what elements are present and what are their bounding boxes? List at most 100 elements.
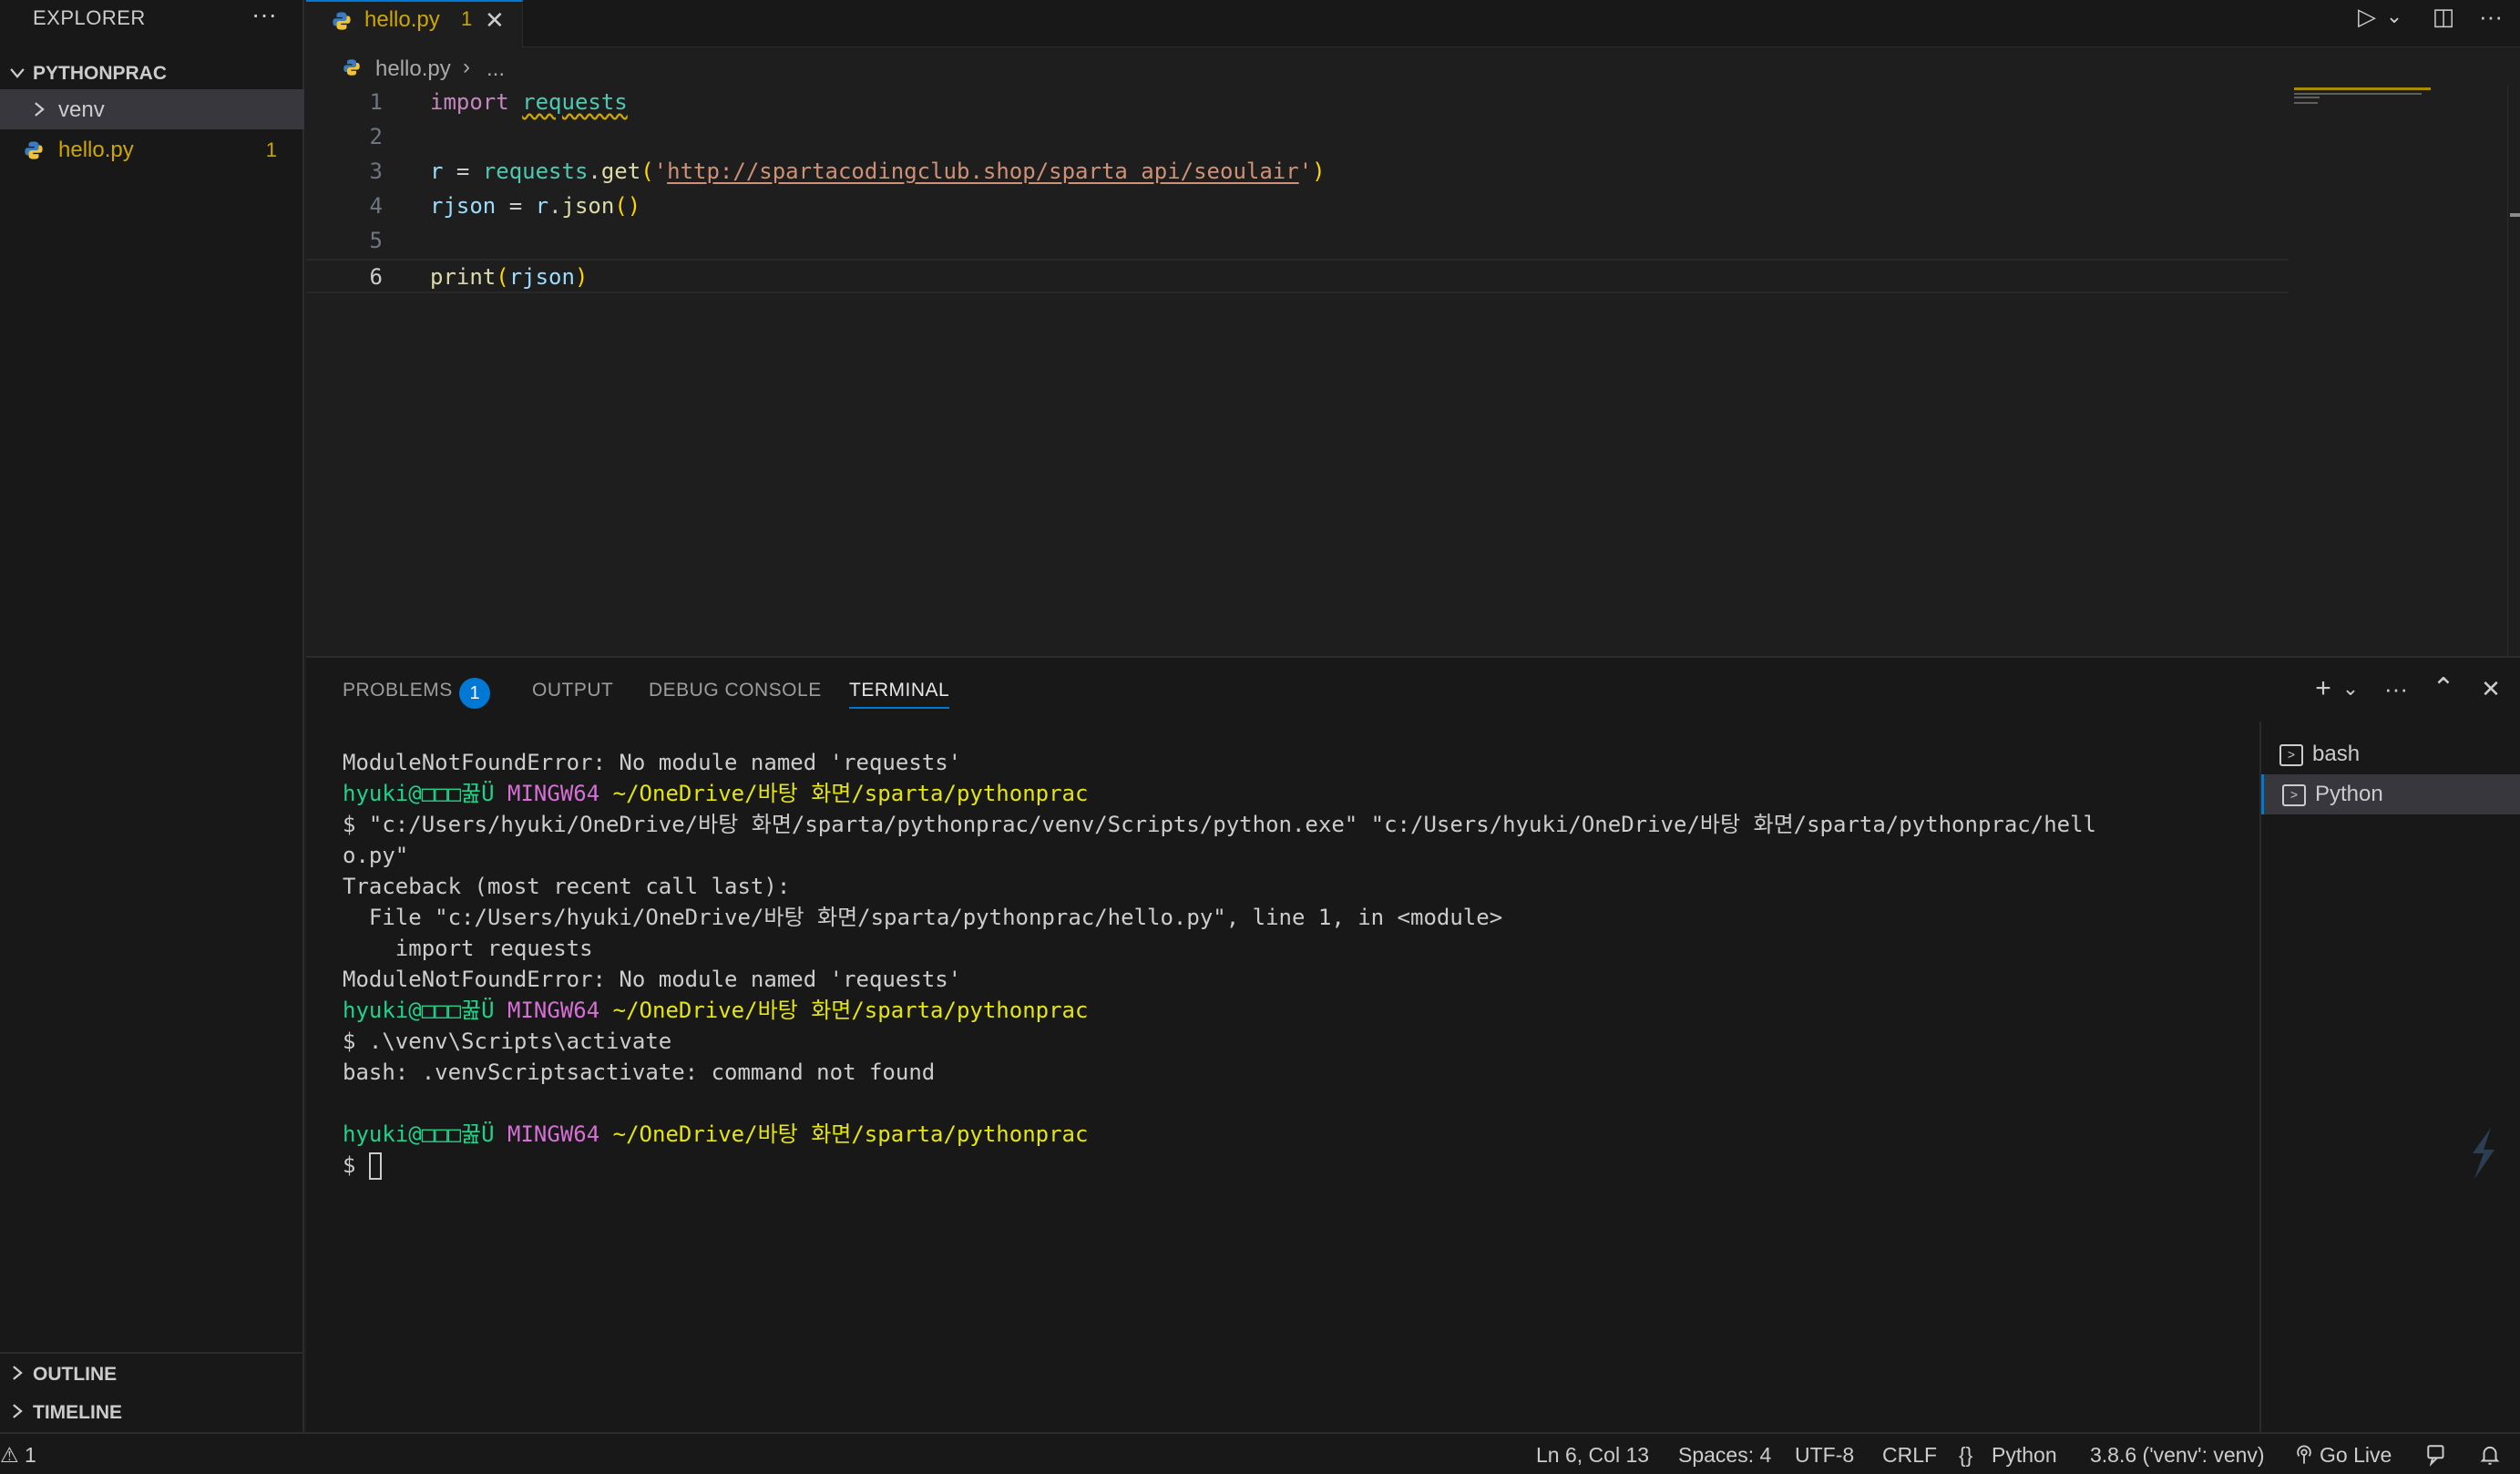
terminal-input-line[interactable]: $	[343, 1150, 2520, 1181]
python-file-icon	[333, 12, 351, 30]
terminal-instance-list: > bash > Python	[2259, 722, 2520, 1434]
code-editor[interactable]: 1 import requests 2 3 r = requests.get('…	[306, 86, 2520, 656]
editor-scrollbar[interactable]	[2507, 86, 2520, 656]
tree-item-venv[interactable]: venv	[0, 89, 304, 129]
tab-problem-count: 1	[461, 7, 473, 30]
code-text: rjson = r.json()	[430, 193, 641, 219]
terminal-line: ModuleNotFoundError: No module named 're…	[343, 967, 962, 992]
project-folder-label: PYTHONPRAC	[33, 63, 168, 84]
feedback-icon[interactable]	[2425, 1443, 2449, 1467]
terminal-prompt-line: hyuki@□□□꿆Ü MINGW64 ~/OneDrive/바탕 화면/spa…	[343, 998, 1089, 1023]
code-text: print(rjson)	[430, 264, 589, 290]
timeline-label: TIMELINE	[33, 1402, 122, 1423]
terminal-prompt-line: hyuki@□□□꿆Ü MINGW64 ~/OneDrive/바탕 화면/spa…	[343, 1121, 1089, 1147]
explorer-sidebar: EXPLORER ··· PYTHONPRAC venv hello.py 1 …	[0, 0, 304, 1432]
code-line: 1 import requests	[306, 86, 2493, 120]
status-problems[interactable]: ⚠ 1	[0, 1443, 36, 1468]
status-encoding[interactable]: UTF-8	[1795, 1443, 1854, 1468]
explorer-more-button[interactable]: ···	[248, 0, 281, 29]
tree-item-label: venv	[58, 97, 105, 122]
code-line: 4 rjson = r.json()	[306, 189, 2493, 224]
terminal-instance-label: Python	[2315, 782, 2383, 806]
line-number: 4	[369, 193, 383, 219]
terminal-line: $ "c:/Users/hyuki/OneDrive/바탕 화면/sparta/…	[343, 812, 2096, 837]
editor-tab-bar: hello.py 1 ✕ ▷ ⌄ ◫ ···	[306, 0, 2520, 47]
python-file-icon	[25, 141, 43, 159]
breadcrumb-separator: ›	[463, 55, 470, 79]
tab-hello-py[interactable]: hello.py 1 ✕	[306, 0, 523, 47]
code-line: 2	[306, 120, 2493, 155]
terminal-instance-python[interactable]: > Python	[2261, 774, 2520, 814]
terminal-output[interactable]: ModuleNotFoundError: No module named 're…	[343, 747, 2520, 1181]
run-dropdown-button[interactable]: ⌄	[2376, 0, 2412, 36]
minimap[interactable]	[2292, 86, 2520, 656]
code-text: r = requests.get('http://spartacodingclu…	[430, 159, 1326, 184]
language-braces-icon: {}	[1959, 1443, 1973, 1467]
explorer-header: EXPLORER ···	[0, 0, 304, 36]
current-code-line: 6 print(rjson)	[306, 259, 2289, 293]
terminal-line: Traceback (most recent call last):	[343, 874, 791, 899]
scrollbar-cursor-marker	[2510, 213, 2520, 217]
tree-item-label: hello.py	[58, 138, 134, 162]
tab-close-button[interactable]: ✕	[485, 6, 505, 35]
terminal-icon: >	[2282, 784, 2306, 806]
breadcrumb-symbols[interactable]: ...	[487, 56, 505, 82]
tab-problems[interactable]: PROBLEMS	[343, 680, 453, 701]
code-line: 3 r = requests.get('http://spartacodingc…	[306, 155, 2493, 189]
problem-count-badge: 1	[265, 138, 277, 161]
line-number: 1	[369, 89, 383, 115]
new-terminal-dropdown-button[interactable]: ⌄	[2330, 670, 2371, 711]
code-line: 5	[306, 224, 2493, 259]
broadcast-icon	[2297, 1445, 2311, 1464]
terminal-line: import requests	[343, 936, 593, 961]
panel-more-button[interactable]: ···	[2376, 670, 2416, 711]
tree-item-hello-py[interactable]: hello.py 1	[0, 129, 304, 169]
tab-debug-console[interactable]: DEBUG CONSOLE	[649, 680, 822, 701]
terminal-line: File "c:/Users/hyuki/OneDrive/바탕 화면/spar…	[343, 905, 1503, 930]
timeline-section[interactable]: TIMELINE	[0, 1392, 304, 1432]
go-live-button[interactable]: Go Live	[2320, 1443, 2392, 1468]
line-number: 3	[369, 159, 383, 184]
terminal-line: $ .\venv\Scripts\activate	[343, 1029, 672, 1054]
maximize-panel-button[interactable]: ⌃	[2423, 670, 2464, 711]
status-language-mode[interactable]: Python	[1992, 1443, 2057, 1468]
code-text: import requests	[430, 89, 628, 115]
terminal-line: ModuleNotFoundError: No module named 're…	[343, 750, 962, 775]
terminal-icon: >	[2279, 744, 2303, 766]
status-python-interpreter[interactable]: 3.8.6 ('venv': venv)	[2090, 1443, 2265, 1468]
bottom-panel: PROBLEMS 1 OUTPUT DEBUG CONSOLE TERMINAL…	[306, 656, 2520, 1434]
tab-output[interactable]: OUTPUT	[532, 680, 613, 701]
terminal-prompt-line: hyuki@□□□꿆Ü MINGW64 ~/OneDrive/바탕 화면/spa…	[343, 781, 1089, 806]
chevron-right-icon	[13, 1366, 23, 1380]
project-folder-header[interactable]: PYTHONPRAC	[0, 55, 304, 91]
line-number: 5	[369, 228, 383, 253]
floating-extension-icon[interactable]	[2460, 1122, 2505, 1186]
editor-more-actions-button[interactable]: ···	[2473, 0, 2509, 36]
line-number: 2	[369, 124, 383, 149]
chevron-right-icon	[13, 1404, 23, 1418]
terminal-line: bash: .venvScriptsactivate: command not …	[343, 1059, 936, 1085]
status-bar: ⚠ 1 Ln 6, Col 13 Spaces: 4 UTF-8 CRLF {}…	[0, 1432, 2520, 1474]
outline-section[interactable]: OUTLINE	[0, 1352, 304, 1392]
terminal-line: o.py"	[343, 843, 409, 868]
bell-icon[interactable]	[2478, 1443, 2502, 1467]
close-panel-button[interactable]: ✕	[2471, 670, 2511, 711]
status-indentation[interactable]: Spaces: 4	[1678, 1443, 1771, 1468]
status-cursor-position[interactable]: Ln 6, Col 13	[1536, 1443, 1649, 1468]
breadcrumb-file[interactable]: hello.py	[375, 56, 451, 82]
chevron-right-icon	[35, 102, 45, 117]
explorer-title: EXPLORER	[33, 6, 146, 29]
url-link[interactable]: http://spartacodingclub.shop/sparta_api/…	[667, 159, 1299, 184]
python-file-icon	[343, 59, 360, 76]
unresolved-import-warning: requests	[522, 89, 628, 115]
split-editor-button[interactable]: ◫	[2425, 0, 2462, 36]
tab-label: hello.py	[364, 7, 440, 32]
terminal-instance-bash[interactable]: > bash	[2261, 734, 2520, 774]
outline-label: OUTLINE	[33, 1364, 118, 1385]
terminal-cursor	[368, 1152, 382, 1180]
tab-terminal[interactable]: TERMINAL	[849, 680, 950, 709]
breadcrumb: hello.py › ...	[306, 51, 1764, 84]
status-line-endings[interactable]: CRLF	[1882, 1443, 1937, 1468]
terminal-instance-label: bash	[2312, 742, 2361, 766]
